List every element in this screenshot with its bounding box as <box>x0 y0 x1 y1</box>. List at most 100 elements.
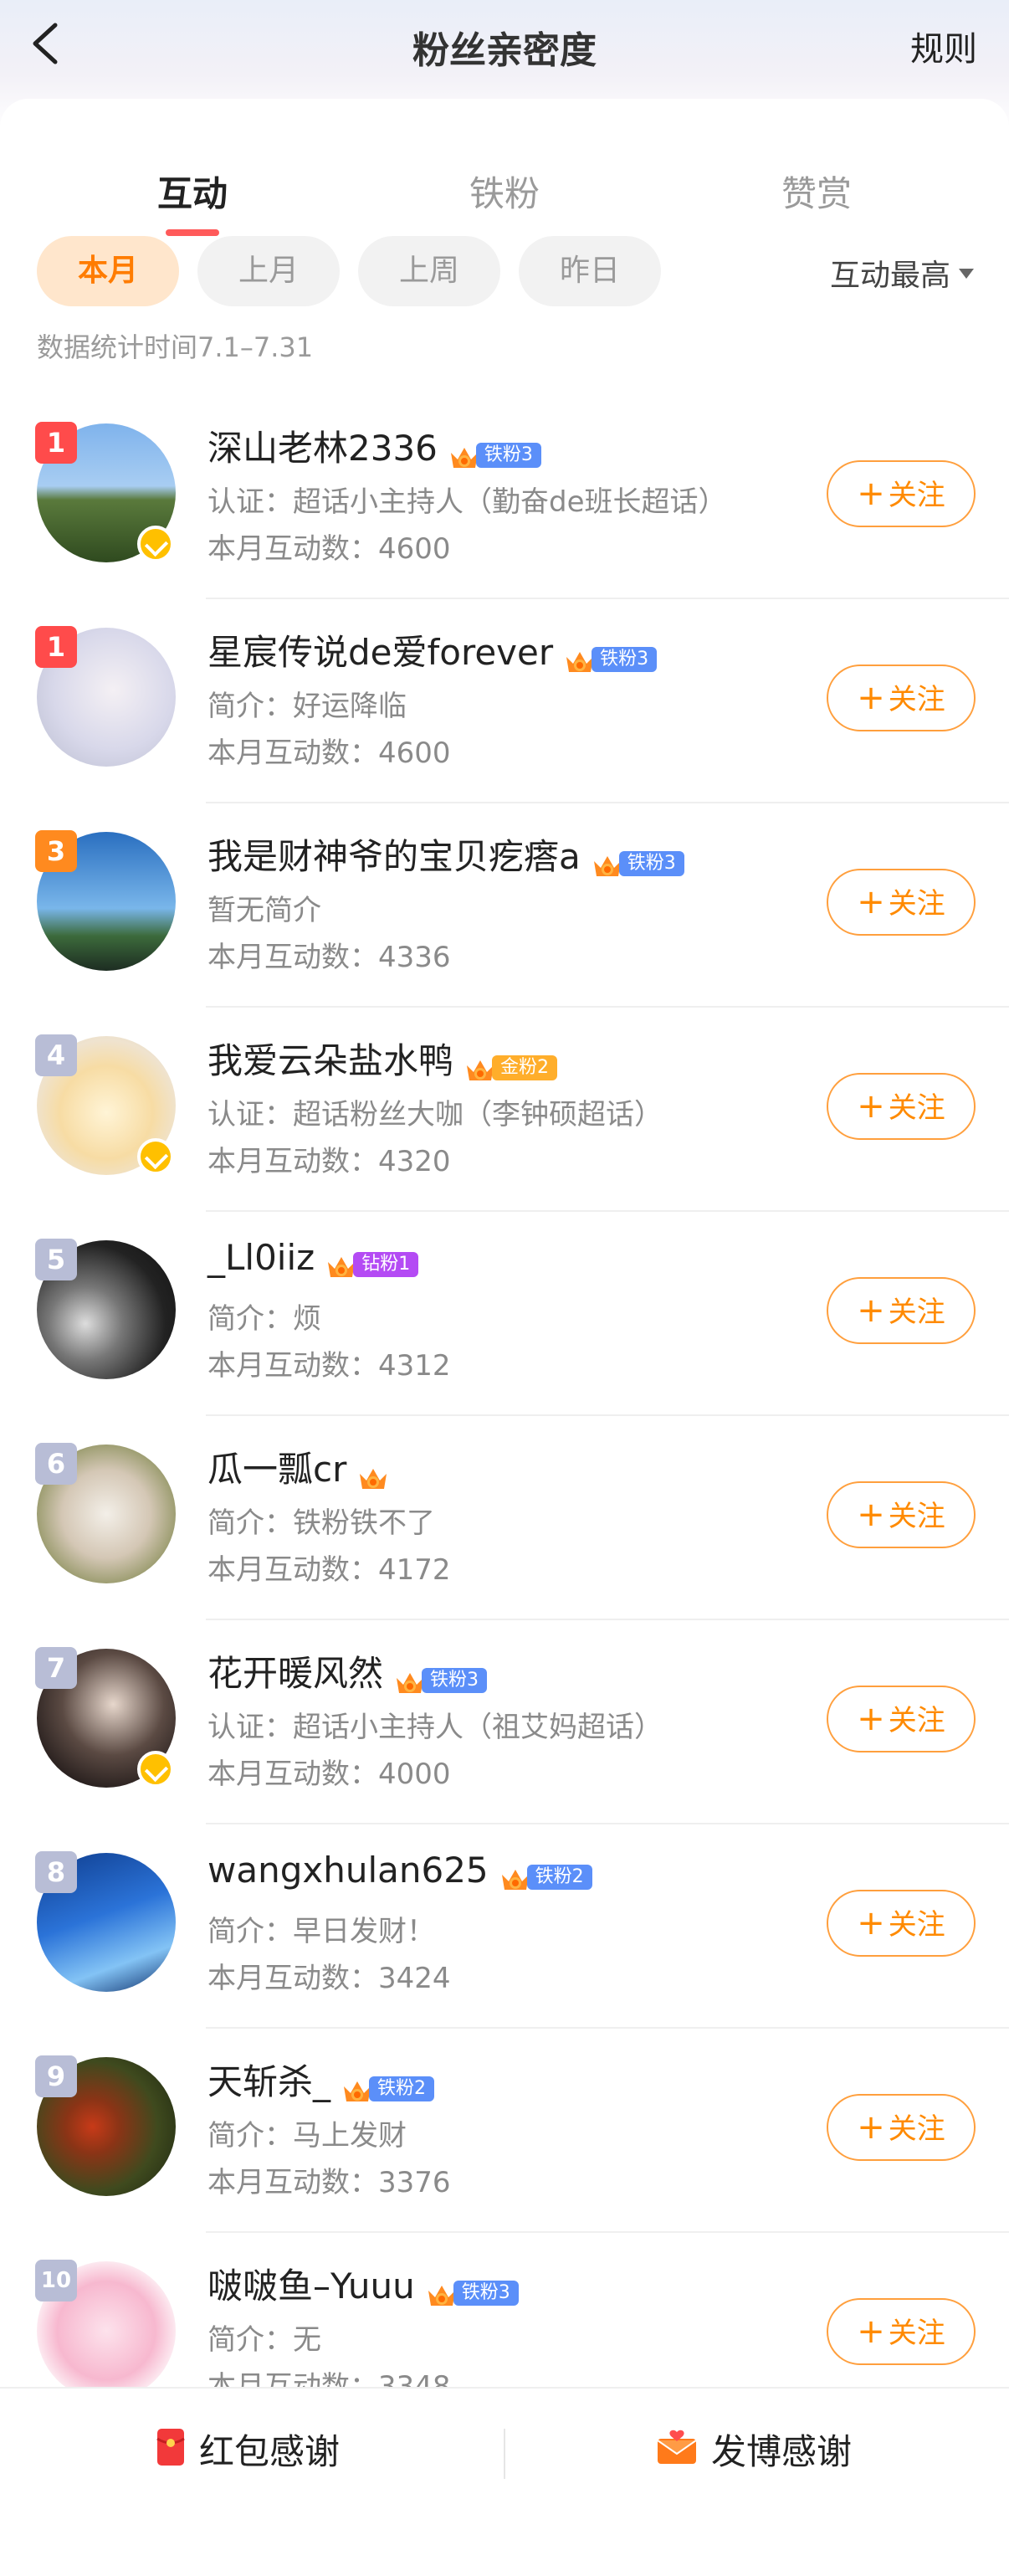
plus-icon: + <box>857 1291 885 1330</box>
post-thanks-label: 发博感谢 <box>711 2431 853 2472</box>
page-title: 粉丝亲密度 <box>412 29 597 72</box>
verified-icon <box>137 526 174 562</box>
follow-button[interactable]: + 关注 <box>827 1890 976 1957</box>
red-packet-icon <box>156 2427 186 2476</box>
sort-label: 互动最高 <box>829 259 950 293</box>
user-description: 认证：超话小主持人（勤奋de班长超话） <box>207 485 727 519</box>
user-name[interactable]: 我是财神爷的宝贝疙瘩a <box>207 836 581 877</box>
follow-label: 关注 <box>888 1500 945 1533</box>
interaction-count: 本月互动数：4336 <box>207 941 451 974</box>
fan-level-badge: 钻粉1 <box>325 1242 419 1277</box>
fan-row[interactable]: 1 深山老林2336 铁粉3 认证：超话小主持人（勤奋de班长超话） 本月互动数：460… <box>0 398 1009 599</box>
user-name[interactable]: 天斩杀_ <box>207 2061 330 2102</box>
interaction-count: 本月互动数：3376 <box>207 2166 451 2199</box>
interaction-count: 本月互动数：4600 <box>207 736 451 770</box>
user-name[interactable]: 花开暖风然 <box>207 1653 383 1694</box>
follow-button[interactable]: + 关注 <box>827 1073 976 1140</box>
chip-last-month[interactable]: 上月 <box>197 236 340 306</box>
user-name-line[interactable]: _Ll0iiz 钻粉1 <box>207 1237 419 1278</box>
rank-badge: 9 <box>35 2055 77 2097</box>
user-name-line[interactable]: 我爱云朵盐水鸭 金粉2 <box>207 1033 558 1084</box>
follow-button[interactable]: + 关注 <box>827 2298 976 2365</box>
row-divider <box>206 1210 1009 1212</box>
follow-label: 关注 <box>888 2317 945 2350</box>
follow-button[interactable]: + 关注 <box>827 1277 976 1344</box>
chip-last-week[interactable]: 上周 <box>358 236 500 306</box>
user-name[interactable]: 啵啵鱼–Yuuu <box>207 2266 415 2307</box>
interaction-count: 本月互动数：4172 <box>207 1553 451 1587</box>
red-packet-thanks-button[interactable]: 红包感谢 <box>156 2424 340 2482</box>
interaction-count: 本月互动数：4320 <box>207 1145 451 1178</box>
fan-row[interactable]: 1 星宸传说de爱forever 铁粉3 简介：好运降临 本月互动数：4600 + 关注 <box>0 603 1009 803</box>
fan-level-badge: 铁粉2 <box>499 1855 592 1890</box>
chip-yesterday[interactable]: 昨日 <box>519 236 661 306</box>
fan-row[interactable]: 7 花开暖风然 铁粉3 认证：超话小主持人（祖艾妈超话） 本月互动数：4000 + 关注 <box>0 1624 1009 1824</box>
fan-row[interactable]: 5 _Ll0iiz 钻粉1 简介：烦 本月互动数：4312 + 关注 <box>0 1215 1009 1416</box>
user-name-line[interactable]: 天斩杀_ 铁粉2 <box>207 2054 435 2105</box>
sort-dropdown[interactable]: 互动最高 <box>830 251 974 295</box>
user-name[interactable]: 星宸传说de爱forever <box>207 632 553 673</box>
user-name[interactable]: _Ll0iiz <box>207 1237 315 1278</box>
follow-button[interactable]: + 关注 <box>827 460 976 527</box>
fan-level-badge: 铁粉3 <box>393 1658 488 1693</box>
plus-icon: + <box>857 2312 885 2351</box>
fan-row[interactable]: 3 我是财神爷的宝贝疙瘩a 铁粉3 暂无简介 本月互动数：4336 + 关注 <box>0 807 1009 1008</box>
user-name-line[interactable]: 星宸传说de爱forever 铁粉3 <box>207 624 658 675</box>
fan-level-label: 铁粉3 <box>422 1668 488 1693</box>
red-packet-label: 红包感谢 <box>199 2431 341 2472</box>
tab-iron-fans[interactable]: 铁粉 <box>404 166 605 217</box>
fan-level-badge: 铁粉3 <box>563 637 658 672</box>
bottom-action-bar: 红包感谢 发博感谢 <box>0 2387 1009 2576</box>
user-description: 简介：早日发财！ <box>207 1915 435 1948</box>
follow-button[interactable]: + 关注 <box>827 1686 976 1752</box>
fan-level-label: 铁粉3 <box>475 443 541 468</box>
follow-label: 关注 <box>888 1704 945 1737</box>
user-name-line[interactable]: 深山老林2336 铁粉3 <box>207 420 541 471</box>
active-tab-indicator <box>166 229 219 236</box>
user-name-line[interactable]: 瓜一瓢cr <box>207 1441 390 1492</box>
user-name[interactable]: wangxhulan625 <box>207 1850 489 1891</box>
user-name[interactable]: 我爱云朵盐水鸭 <box>207 1040 453 1081</box>
row-divider <box>206 802 1009 803</box>
user-name-line[interactable]: 花开暖风然 铁粉3 <box>207 1645 488 1696</box>
content-card: 互动 铁粉 赞赏 本月 上月 上周 昨日 互动最高 数据统计时间7.1–7.31… <box>0 99 1009 2576</box>
plus-icon: + <box>857 2108 885 2147</box>
user-name-line[interactable]: 我是财神爷的宝贝疙瘩a 铁粉3 <box>207 829 684 880</box>
fan-level-label: 铁粉3 <box>618 851 684 876</box>
user-name[interactable]: 深山老林2336 <box>207 428 438 469</box>
row-divider <box>206 598 1009 599</box>
follow-button[interactable]: + 关注 <box>827 869 976 936</box>
follow-label: 关注 <box>888 683 945 716</box>
envelope-heart-icon <box>656 2429 698 2474</box>
tab-appreciation[interactable]: 赞赏 <box>716 166 917 217</box>
rank-badge: 1 <box>35 422 77 464</box>
user-name[interactable]: 瓜一瓢cr <box>207 1449 346 1490</box>
fan-level-label: 金粉2 <box>492 1055 558 1080</box>
row-divider <box>206 1823 1009 1824</box>
chip-this-month[interactable]: 本月 <box>37 236 179 306</box>
post-thanks-button[interactable]: 发博感谢 <box>656 2424 852 2482</box>
fan-level-label: 铁粉2 <box>526 1865 592 1890</box>
fan-row[interactable]: 4 我爱云朵盐水鸭 金粉2 认证：超话粉丝大咖（李钟硕超话） 本月互动数：4320 + 关注 <box>0 1011 1009 1212</box>
fan-row[interactable]: 9 天斩杀_ 铁粉2 简介：马上发财 本月互动数：3376 + 关注 <box>0 2032 1009 2233</box>
plus-icon: + <box>857 1700 885 1738</box>
tab-interaction[interactable]: 互动 <box>92 166 293 217</box>
follow-label: 关注 <box>888 887 945 921</box>
fan-row[interactable]: 8 wangxhulan625 铁粉2 简介：早日发财！ 本月互动数：3424 + 关注 <box>0 1828 1009 2029</box>
follow-button[interactable]: + 关注 <box>827 1481 976 1548</box>
interaction-count: 本月互动数：3424 <box>207 1962 451 1995</box>
stat-time-range: 数据统计时间7.1–7.31 <box>37 331 314 363</box>
rank-badge: 6 <box>35 1443 77 1485</box>
user-description: 简介：烦 <box>207 1302 321 1336</box>
follow-label: 关注 <box>888 479 945 512</box>
fan-row[interactable]: 6 瓜一瓢cr 简介：铁粉铁不了 本月互动数：4172 + 关注 <box>0 1419 1009 1620</box>
user-name-line[interactable]: 啵啵鱼–Yuuu 铁粉3 <box>207 2258 519 2309</box>
rules-link[interactable]: 规则 <box>910 22 977 70</box>
follow-button[interactable]: + 关注 <box>827 665 976 731</box>
verified-icon <box>137 1751 174 1788</box>
verified-icon <box>137 1138 174 1175</box>
fan-level-label: 铁粉3 <box>453 2281 519 2306</box>
user-name-line[interactable]: wangxhulan625 铁粉2 <box>207 1850 592 1891</box>
fan-level-label: 钻粉1 <box>353 1252 419 1277</box>
follow-button[interactable]: + 关注 <box>827 2094 976 2161</box>
